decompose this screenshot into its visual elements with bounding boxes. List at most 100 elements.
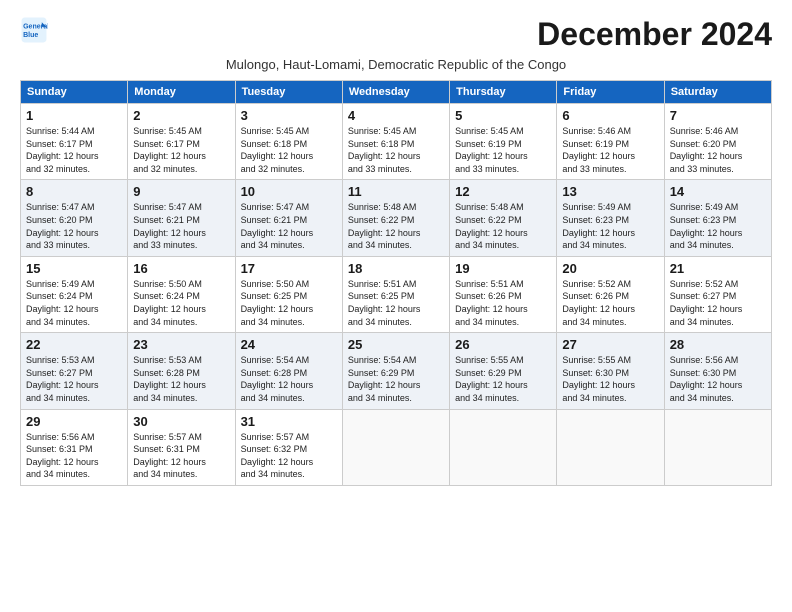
calendar-cell: 23 Sunrise: 5:53 AMSunset: 6:28 PMDayligh…	[128, 333, 235, 409]
day-info: Sunrise: 5:44 AMSunset: 6:17 PMDaylight:…	[26, 125, 122, 175]
calendar-cell: 13 Sunrise: 5:49 AMSunset: 6:23 PMDayligh…	[557, 180, 664, 256]
day-number: 2	[133, 108, 229, 123]
day-info: Sunrise: 5:48 AMSunset: 6:22 PMDaylight:…	[348, 201, 444, 251]
month-title: December 2024	[537, 16, 772, 53]
calendar-cell: 25Sunrise: 5:54 AMSunset: 6:29 PMDayligh…	[342, 333, 449, 409]
day-number: 10	[241, 184, 337, 199]
day-info: Sunrise: 5:47 AMSunset: 6:20 PMDaylight:…	[26, 201, 122, 251]
calendar-cell: 17 Sunrise: 5:50 AMSunset: 6:25 PMDayligh…	[235, 256, 342, 332]
day-number: 18	[348, 261, 444, 276]
calendar-cell: 11 Sunrise: 5:48 AMSunset: 6:22 PMDayligh…	[342, 180, 449, 256]
day-number: 28	[670, 337, 766, 352]
calendar-cell: 19Sunrise: 5:51 AMSunset: 6:26 PMDayligh…	[450, 256, 557, 332]
calendar-subtitle: Mulongo, Haut-Lomami, Democratic Republi…	[20, 57, 772, 72]
day-number: 26	[455, 337, 551, 352]
day-info: Sunrise: 5:55 AMSunset: 6:30 PMDaylight:…	[562, 354, 658, 404]
calendar-cell: 9Sunrise: 5:47 AMSunset: 6:21 PMDaylight…	[128, 180, 235, 256]
calendar-cell: 5 Sunrise: 5:45 AMSunset: 6:19 PMDaylight…	[450, 104, 557, 180]
col-header-thursday: Thursday	[450, 81, 557, 104]
calendar-cell	[342, 409, 449, 485]
day-number: 29	[26, 414, 122, 429]
day-info: Sunrise: 5:51 AMSunset: 6:25 PMDaylight:…	[348, 278, 444, 328]
logo: General Blue	[20, 16, 48, 44]
day-info: Sunrise: 5:49 AMSunset: 6:23 PMDaylight:…	[562, 201, 658, 251]
calendar-cell: 16Sunrise: 5:50 AMSunset: 6:24 PMDayligh…	[128, 256, 235, 332]
day-info: Sunrise: 5:50 AMSunset: 6:25 PMDaylight:…	[241, 278, 337, 328]
day-info: Sunrise: 5:46 AMSunset: 6:20 PMDaylight:…	[670, 125, 766, 175]
day-number: 16	[133, 261, 229, 276]
day-number: 7	[670, 108, 766, 123]
calendar-cell: 14 Sunrise: 5:49 AMSunset: 6:23 PMDayligh…	[664, 180, 771, 256]
day-number: 21	[670, 261, 766, 276]
calendar-cell: 24 Sunrise: 5:54 AMSunset: 6:28 PMDayligh…	[235, 333, 342, 409]
calendar-cell: 7 Sunrise: 5:46 AMSunset: 6:20 PMDaylight…	[664, 104, 771, 180]
day-info: Sunrise: 5:52 AMSunset: 6:26 PMDaylight:…	[562, 278, 658, 328]
day-info: Sunrise: 5:45 AMSunset: 6:19 PMDaylight:…	[455, 125, 551, 175]
col-header-wednesday: Wednesday	[342, 81, 449, 104]
calendar-cell: 8 Sunrise: 5:47 AMSunset: 6:20 PMDaylight…	[21, 180, 128, 256]
calendar-cell: 1 Sunrise: 5:44 AMSunset: 6:17 PMDaylight…	[21, 104, 128, 180]
calendar-cell: 2 Sunrise: 5:45 AMSunset: 6:17 PMDaylight…	[128, 104, 235, 180]
header: General Blue December 2024	[20, 16, 772, 53]
day-info: Sunrise: 5:53 AMSunset: 6:27 PMDaylight:…	[26, 354, 122, 404]
calendar-cell: 29 Sunrise: 5:56 AMSunset: 6:31 PMDayligh…	[21, 409, 128, 485]
day-info: Sunrise: 5:54 AMSunset: 6:29 PMDaylight:…	[348, 354, 444, 404]
svg-text:Blue: Blue	[23, 32, 38, 39]
calendar-cell: 26 Sunrise: 5:55 AMSunset: 6:29 PMDayligh…	[450, 333, 557, 409]
svg-text:General: General	[23, 23, 48, 30]
day-number: 5	[455, 108, 551, 123]
col-header-monday: Monday	[128, 81, 235, 104]
page: General Blue December 2024 Mulongo, Haut…	[0, 0, 792, 496]
day-info: Sunrise: 5:45 AMSunset: 6:18 PMDaylight:…	[348, 125, 444, 175]
day-number: 19	[455, 261, 551, 276]
calendar-week-5: 29 Sunrise: 5:56 AMSunset: 6:31 PMDayligh…	[21, 409, 772, 485]
day-number: 12	[455, 184, 551, 199]
day-info: Sunrise: 5:46 AMSunset: 6:19 PMDaylight:…	[562, 125, 658, 175]
col-header-friday: Friday	[557, 81, 664, 104]
logo-icon: General Blue	[20, 16, 48, 44]
day-number: 8	[26, 184, 122, 199]
day-info: Sunrise: 5:49 AMSunset: 6:23 PMDaylight:…	[670, 201, 766, 251]
day-number: 17	[241, 261, 337, 276]
calendar-cell: 20 Sunrise: 5:52 AMSunset: 6:26 PMDayligh…	[557, 256, 664, 332]
day-info: Sunrise: 5:45 AMSunset: 6:17 PMDaylight:…	[133, 125, 229, 175]
day-info: Sunrise: 5:54 AMSunset: 6:28 PMDaylight:…	[241, 354, 337, 404]
calendar-cell: 15 Sunrise: 5:49 AMSunset: 6:24 PMDayligh…	[21, 256, 128, 332]
calendar-cell: 30 Sunrise: 5:57 AMSunset: 6:31 PMDayligh…	[128, 409, 235, 485]
day-number: 13	[562, 184, 658, 199]
day-number: 30	[133, 414, 229, 429]
day-number: 6	[562, 108, 658, 123]
day-number: 31	[241, 414, 337, 429]
day-info: Sunrise: 5:56 AMSunset: 6:31 PMDaylight:…	[26, 431, 122, 481]
day-number: 15	[26, 261, 122, 276]
calendar-cell: 4Sunrise: 5:45 AMSunset: 6:18 PMDaylight…	[342, 104, 449, 180]
day-info: Sunrise: 5:52 AMSunset: 6:27 PMDaylight:…	[670, 278, 766, 328]
calendar-week-4: 22 Sunrise: 5:53 AMSunset: 6:27 PMDayligh…	[21, 333, 772, 409]
day-number: 1	[26, 108, 122, 123]
day-info: Sunrise: 5:57 AMSunset: 6:31 PMDaylight:…	[133, 431, 229, 481]
calendar-cell: 10 Sunrise: 5:47 AMSunset: 6:21 PMDayligh…	[235, 180, 342, 256]
calendar-header-row: SundayMondayTuesdayWednesdayThursdayFrid…	[21, 81, 772, 104]
calendar-cell: 18 Sunrise: 5:51 AMSunset: 6:25 PMDayligh…	[342, 256, 449, 332]
day-number: 27	[562, 337, 658, 352]
day-info: Sunrise: 5:49 AMSunset: 6:24 PMDaylight:…	[26, 278, 122, 328]
day-number: 22	[26, 337, 122, 352]
calendar-cell: 22 Sunrise: 5:53 AMSunset: 6:27 PMDayligh…	[21, 333, 128, 409]
day-number: 23	[133, 337, 229, 352]
day-info: Sunrise: 5:47 AMSunset: 6:21 PMDaylight:…	[241, 201, 337, 251]
day-info: Sunrise: 5:53 AMSunset: 6:28 PMDaylight:…	[133, 354, 229, 404]
col-header-saturday: Saturday	[664, 81, 771, 104]
day-info: Sunrise: 5:48 AMSunset: 6:22 PMDaylight:…	[455, 201, 551, 251]
day-info: Sunrise: 5:55 AMSunset: 6:29 PMDaylight:…	[455, 354, 551, 404]
day-number: 11	[348, 184, 444, 199]
calendar-cell: 12 Sunrise: 5:48 AMSunset: 6:22 PMDayligh…	[450, 180, 557, 256]
calendar-week-3: 15 Sunrise: 5:49 AMSunset: 6:24 PMDayligh…	[21, 256, 772, 332]
day-number: 14	[670, 184, 766, 199]
day-number: 24	[241, 337, 337, 352]
day-info: Sunrise: 5:47 AMSunset: 6:21 PMDaylight:…	[133, 201, 229, 251]
calendar-cell	[450, 409, 557, 485]
day-info: Sunrise: 5:56 AMSunset: 6:30 PMDaylight:…	[670, 354, 766, 404]
day-info: Sunrise: 5:45 AMSunset: 6:18 PMDaylight:…	[241, 125, 337, 175]
day-number: 20	[562, 261, 658, 276]
calendar-cell: 21 Sunrise: 5:52 AMSunset: 6:27 PMDayligh…	[664, 256, 771, 332]
